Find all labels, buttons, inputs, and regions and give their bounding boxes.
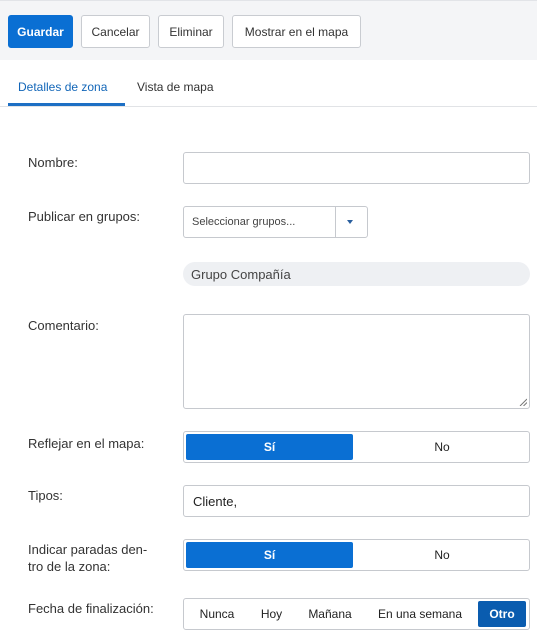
show-on-map-yes[interactable]: Sí	[186, 434, 353, 460]
end-date-label: Fecha de finalización:	[28, 601, 154, 616]
select-divider	[335, 207, 336, 237]
save-button[interactable]: Guardar	[8, 15, 73, 48]
caret-down-icon[interactable]	[347, 220, 353, 224]
indicate-stops-label: Indicar paradas den- tro de la zona:	[28, 541, 147, 575]
indicate-stops-label-line2: tro de la zona:	[28, 559, 111, 574]
name-input[interactable]	[183, 152, 530, 184]
comment-label: Comentario:	[28, 318, 99, 333]
toolbar: Guardar Cancelar Eliminar Mostrar en el …	[0, 0, 537, 60]
end-date-other[interactable]: Otro	[478, 601, 526, 627]
types-input[interactable]: Cliente,	[183, 485, 530, 517]
cancel-button[interactable]: Cancelar	[81, 15, 150, 48]
types-label: Tipos:	[28, 488, 63, 503]
comment-textarea[interactable]	[183, 314, 530, 409]
delete-button[interactable]: Eliminar	[158, 15, 224, 48]
tab-map-view[interactable]: Vista de mapa	[137, 80, 214, 94]
show-on-map-button[interactable]: Mostrar en el mapa	[232, 15, 361, 48]
indicate-stops-no[interactable]: No	[357, 542, 527, 568]
tab-zone-details[interactable]: Detalles de zona	[18, 80, 107, 94]
end-date-tomorrow[interactable]: Mañana	[300, 601, 360, 627]
selected-group-chip[interactable]: Grupo Compañía	[183, 262, 530, 286]
indicate-stops-toggle: Sí No	[183, 539, 530, 571]
end-date-never[interactable]: Nunca	[191, 601, 243, 627]
groups-select-placeholder: Seleccionar grupos...	[192, 216, 296, 228]
indicate-stops-label-line1: Indicar paradas den-	[28, 542, 148, 557]
name-label: Nombre:	[28, 155, 78, 170]
end-date-segmented-control: Nunca Hoy Mañana En una semana Otro	[183, 598, 530, 630]
end-date-today[interactable]: Hoy	[250, 601, 293, 627]
active-tab-indicator	[8, 103, 125, 106]
groups-select[interactable]: Seleccionar grupos...	[183, 206, 368, 238]
show-on-map-label: Reflejar en el mapa:	[28, 436, 145, 451]
tab-bar: Detalles de zona Vista de mapa	[0, 60, 537, 107]
end-date-one-week[interactable]: En una semana	[368, 601, 472, 627]
resize-handle-icon[interactable]	[519, 398, 527, 406]
publish-groups-label: Publicar en grupos:	[28, 209, 141, 224]
show-on-map-toggle: Sí No	[183, 431, 530, 463]
show-on-map-no[interactable]: No	[357, 434, 527, 460]
indicate-stops-yes[interactable]: Sí	[186, 542, 353, 568]
